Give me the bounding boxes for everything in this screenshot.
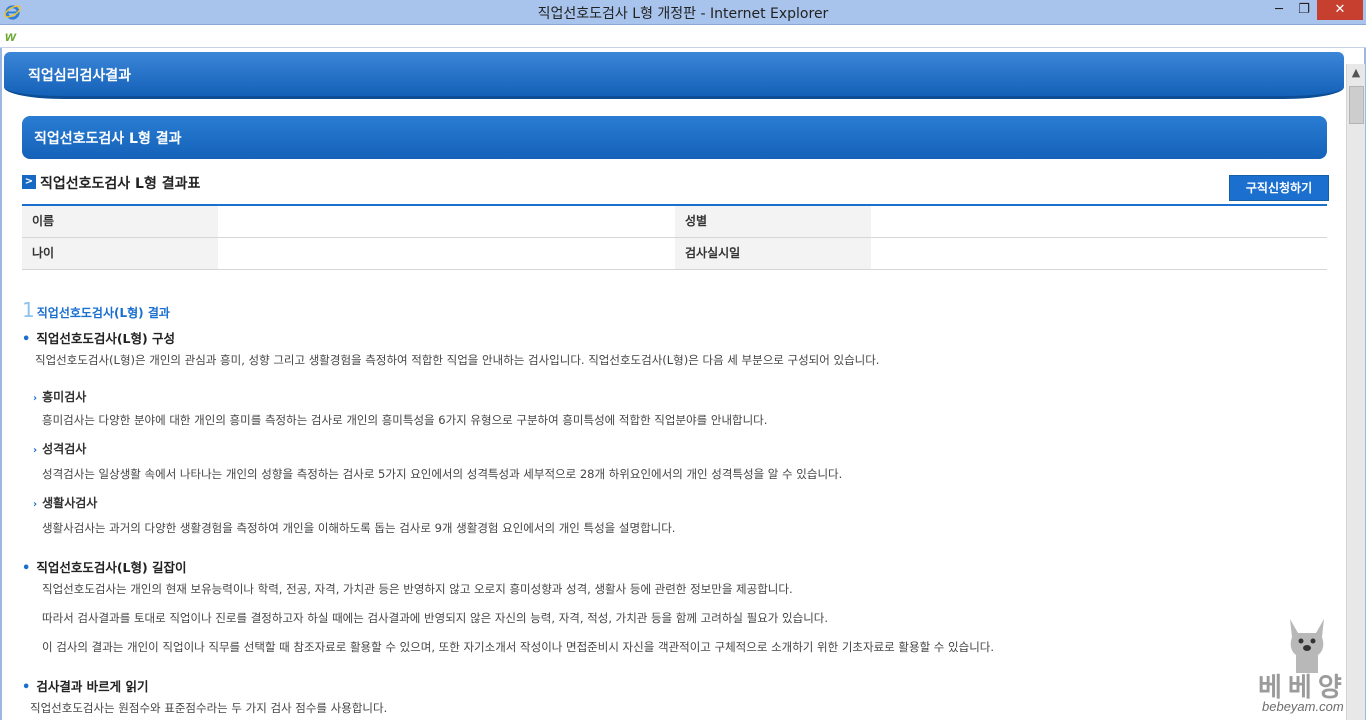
section-title: 직업선호도검사 L형 결과 (34, 131, 182, 147)
date-label: 검사실시일 (675, 238, 871, 269)
chevron-right-icon: › (33, 499, 38, 510)
name-label: 이름 (22, 206, 218, 237)
table-row: 이름 성별 (22, 206, 1327, 238)
guide-title: 직업선호도검사(L형) 길잡이 (36, 560, 187, 575)
lifehistory-test-title: 생활사검사 (42, 496, 98, 510)
bullet-icon: • (22, 332, 31, 347)
name-value (218, 206, 675, 237)
guide-line: 이 검사의 결과는 개인이 직업이나 직무를 선택할 때 참조자료로 활용할 수… (42, 640, 995, 654)
window-title: 직업선호도검사 L형 개정판 - Internet Explorer (537, 6, 829, 22)
results-heading-text: 직업선호도검사(L형) 결과 (36, 306, 170, 320)
guide-heading: • 직업선호도검사(L형) 길잡이 (22, 557, 187, 576)
chevron-right-icon: › (33, 393, 38, 404)
window-frame-left (0, 48, 2, 720)
watermark-url: bebeyam.com (1262, 699, 1344, 714)
results-heading: 1 직업선호도검사(L형) 결과 (22, 298, 170, 322)
bullet-icon: • (22, 680, 31, 695)
composition-title: 직업선호도검사(L형) 구성 (36, 331, 176, 346)
date-value (871, 238, 1327, 269)
personality-test-text: 성격검사는 일상생활 속에서 나타나는 개인의 성향을 측정하는 검사로 5가지… (42, 467, 843, 481)
window-titlebar: 직업선호도검사 L형 개정판 - Internet Explorer ─ ❐ ✕ (0, 0, 1366, 25)
age-value (218, 238, 675, 269)
info-table: 이름 성별 나이 검사실시일 (22, 204, 1327, 272)
guide-line: 따라서 검사결과를 토대로 직업이나 진로를 결정하고자 하실 때에는 검사결과… (42, 611, 829, 625)
close-button[interactable]: ✕ (1317, 0, 1363, 20)
guide-line: 직업선호도검사는 개인의 현재 보유능력이나 학력, 전공, 자격, 가치관 등… (42, 582, 793, 596)
apply-job-button[interactable]: 구직신청하기 (1229, 175, 1329, 201)
page-header-title: 직업심리검사결과 (28, 68, 132, 84)
interest-test-title: 흥미검사 (42, 390, 87, 404)
gender-value (871, 206, 1327, 237)
w-logo-icon[interactable]: w (5, 28, 16, 44)
personality-test-heading: › 성격검사 (33, 440, 86, 457)
chevron-right-icon: > (22, 175, 36, 189)
section-title-bar: 직업선호도검사 L형 결과 (22, 116, 1327, 159)
composition-text: 직업선호도검사(L형)은 개인의 관심과 흥미, 성향 그리고 생활경험을 측정… (35, 353, 880, 367)
reading-text: 직업선호도검사는 원점수와 표준점수라는 두 가지 검사 점수를 사용합니다. (30, 701, 388, 715)
chevron-right-icon: › (33, 445, 38, 456)
scroll-thumb[interactable] (1349, 86, 1364, 124)
browser-toolbar: w (0, 25, 1366, 48)
age-label: 나이 (22, 238, 218, 269)
page-header: 직업심리검사결과 (4, 52, 1344, 99)
dog-watermark-icon (1290, 619, 1324, 673)
personality-test-title: 성격검사 (42, 442, 87, 456)
interest-test-heading: › 흥미검사 (33, 388, 86, 405)
lifehistory-test-text: 생활사검사는 과거의 다양한 생활경험을 측정하여 개인을 이해하도록 돕는 검… (42, 521, 676, 535)
lifehistory-test-heading: › 생활사검사 (33, 494, 97, 511)
maximize-button[interactable]: ❐ (1290, 0, 1318, 20)
table-row: 나이 검사실시일 (22, 238, 1327, 270)
composition-heading: • 직업선호도검사(L형) 구성 (22, 328, 175, 347)
minimize-button[interactable]: ─ (1265, 0, 1293, 20)
chevron-up-icon[interactable]: ▲ (1347, 64, 1365, 82)
interest-test-text: 흥미검사는 다양한 분야에 대한 개인의 흥미를 측정하는 검사로 개인의 흥미… (42, 413, 768, 427)
result-table-title: 직업선호도검사 L형 결과표 (40, 176, 201, 192)
reading-heading: • 검사결과 바르게 읽기 (22, 676, 149, 695)
section-number: 1 (22, 298, 35, 322)
bullet-icon: • (22, 561, 31, 576)
gender-label: 성별 (675, 206, 871, 237)
vertical-scrollbar[interactable]: ▲ (1346, 64, 1365, 720)
reading-title: 검사결과 바르게 읽기 (36, 679, 149, 694)
